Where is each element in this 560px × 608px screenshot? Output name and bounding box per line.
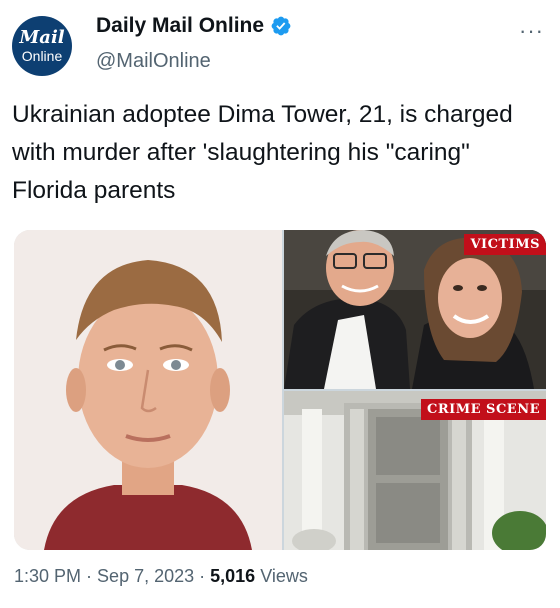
crime-scene-tag: CRIME SCENE bbox=[421, 399, 546, 420]
tweet-text: Ukrainian adoptee Dima Tower, 21, is cha… bbox=[12, 101, 513, 204]
avatar[interactable]: Mail Online bbox=[12, 16, 72, 76]
views-count: 5,016 bbox=[210, 566, 256, 586]
tweet-meta: 1:30 PM · Sep 7, 2023 · 5,016 Views bbox=[14, 566, 308, 587]
crime-scene-image[interactable]: CRIME SCENE bbox=[284, 391, 546, 550]
meta-separator: · bbox=[86, 566, 93, 586]
author-name[interactable]: Daily Mail Online bbox=[96, 14, 264, 38]
meta-separator: · bbox=[199, 566, 206, 586]
verified-badge-icon bbox=[270, 15, 292, 37]
avatar-logo-line2: Online bbox=[21, 48, 63, 64]
tweet-media[interactable]: VICTIMS CRIME SCENE bbox=[14, 230, 546, 550]
mugshot-image[interactable] bbox=[14, 230, 282, 550]
victims-tag: VICTIMS bbox=[464, 234, 546, 255]
more-options-icon[interactable]: ··· bbox=[519, 18, 544, 44]
views-label: Views bbox=[260, 566, 308, 586]
tweet-time[interactable]: 1:30 PM bbox=[14, 566, 81, 586]
tweet-date[interactable]: Sep 7, 2023 bbox=[97, 566, 194, 586]
author-handle[interactable]: @MailOnline bbox=[96, 50, 211, 73]
avatar-logo-line1: Mail bbox=[19, 27, 65, 48]
author-name-row: Daily Mail Online bbox=[96, 14, 292, 38]
victims-image[interactable]: VICTIMS bbox=[284, 230, 546, 389]
tweet-header: Mail Online Daily Mail Online @MailOnlin… bbox=[10, 8, 550, 78]
